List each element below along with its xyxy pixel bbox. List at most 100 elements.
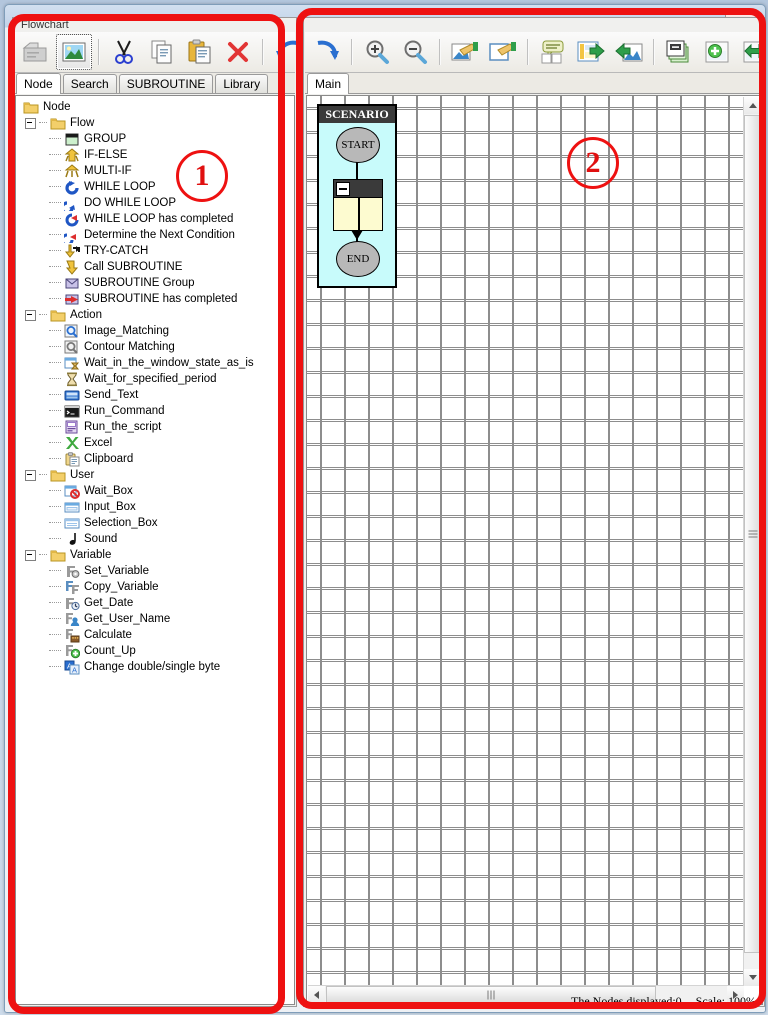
end-node[interactable]: END	[336, 241, 380, 277]
tree-item-label: Action	[70, 309, 102, 321]
tree-item[interactable]: Node	[19, 99, 294, 115]
flow-arrow-head	[351, 230, 363, 240]
tree-expander-collapse-icon[interactable]	[25, 469, 36, 481]
collapse-minus-icon[interactable]	[336, 182, 350, 196]
svg-text:A: A	[72, 665, 77, 674]
left-toolbar	[14, 32, 298, 73]
tree-item[interactable]: Get_User_Name	[19, 611, 294, 627]
tree-item[interactable]: GROUP	[19, 131, 294, 147]
tree-item[interactable]: Determine the Next Condition	[19, 227, 294, 246]
annotation-number-2: 2	[567, 137, 619, 189]
edit-image-node-button[interactable]	[447, 34, 483, 70]
tree-item[interactable]: Sound	[19, 531, 294, 547]
tree-item[interactable]: Copy_Variable	[19, 579, 294, 595]
tree-item[interactable]: Calculate	[19, 627, 294, 643]
tree-item[interactable]: Contour Matching	[19, 339, 294, 355]
tree-item[interactable]: Action	[19, 307, 294, 323]
toolbar-separator	[527, 39, 529, 65]
input-box-icon	[64, 500, 80, 515]
tree-item[interactable]: Excel	[19, 435, 294, 451]
zoom-out-button[interactable]	[397, 34, 433, 70]
paste-button[interactable]	[182, 34, 218, 70]
tree-item[interactable]: MULTI-IF	[19, 163, 294, 179]
tree-item[interactable]: Selection_Box	[19, 515, 294, 531]
tree-expander-collapse-icon[interactable]	[25, 309, 36, 321]
tab-node[interactable]: Node	[16, 73, 61, 94]
tree-expander-collapse-icon[interactable]	[25, 117, 36, 129]
scroll-up-button[interactable]	[744, 97, 761, 114]
copy-button[interactable]	[144, 34, 180, 70]
edit-note-button[interactable]	[485, 34, 521, 70]
add-page-button[interactable]	[699, 34, 735, 70]
tree-item[interactable]: Set_Variable	[19, 563, 294, 579]
tree-item[interactable]: WHILE LOOP has completed	[19, 211, 294, 227]
tree-item-label: Calculate	[84, 629, 132, 641]
insert-after-button[interactable]	[611, 34, 647, 70]
tree-item-label: Input_Box	[84, 501, 136, 513]
change-byte-icon: AA	[64, 660, 80, 675]
tree-item[interactable]: Send_Text	[19, 387, 294, 403]
flowchart-canvas-wrapper: SCENARIO START END	[306, 95, 763, 1005]
tree-item[interactable]: Run_the_script	[19, 419, 294, 435]
folder-icon	[23, 100, 39, 115]
undo-button[interactable]	[270, 34, 306, 70]
tree-item[interactable]: IF-ELSE	[19, 147, 294, 163]
collapse-all-button[interactable]	[661, 34, 697, 70]
toolbar-separator	[439, 39, 441, 65]
get-user-name-icon	[64, 612, 80, 627]
cut-button[interactable]	[106, 34, 142, 70]
flowchart-canvas[interactable]: SCENARIO START END	[307, 96, 745, 987]
tree-connector	[49, 458, 61, 460]
tree-item[interactable]: DO WHILE LOOP	[19, 195, 294, 215]
group-green-icon	[64, 132, 80, 147]
tab-main[interactable]: Main	[307, 73, 350, 94]
tree-item[interactable]: Wait_in_the_window_state_as_is	[19, 355, 294, 371]
scroll-down-button[interactable]	[744, 969, 761, 986]
tree-item[interactable]: Wait_for_specified_period	[19, 371, 294, 387]
tree-item[interactable]: SUBROUTINE Group	[19, 275, 294, 291]
tree-item[interactable]: Input_Box	[19, 499, 294, 515]
tree-item[interactable]: AA Change double/single byte	[19, 659, 294, 675]
zoom-in-button[interactable]	[359, 34, 395, 70]
start-node[interactable]: START	[336, 127, 380, 163]
scenario-block[interactable]: SCENARIO START END	[317, 104, 397, 288]
add-comment-button[interactable]	[535, 34, 571, 70]
loop-done-icon	[64, 212, 80, 227]
tree-expander-collapse-icon[interactable]	[25, 549, 36, 561]
tree-item[interactable]: SUBROUTINE has completed	[19, 291, 294, 307]
right-toolbar	[305, 32, 765, 73]
open-image-button[interactable]	[18, 34, 54, 70]
node-tree[interactable]: Node Flow GROUP IF-ELSE MULTI-IF WHILE LOOP DO…	[15, 95, 295, 1005]
tab-subroutine[interactable]: SUBROUTINE	[118, 74, 214, 93]
tree-item[interactable]: Flow	[19, 115, 294, 131]
insert-before-button[interactable]	[573, 34, 609, 70]
scroll-up-arrow-icon	[748, 103, 757, 108]
tree-item[interactable]: Clipboard	[19, 451, 294, 467]
tree-item[interactable]: Run_Command	[19, 403, 294, 419]
tab-library[interactable]: Library	[215, 74, 269, 93]
get-date-icon	[64, 596, 80, 611]
canvas-vertical-scrollbar[interactable]	[743, 97, 761, 986]
redo-button[interactable]	[309, 34, 345, 70]
tree-item-label: Get_Date	[84, 597, 134, 609]
tree-item-label: Clipboard	[84, 453, 134, 465]
tab-search[interactable]: Search	[62, 74, 117, 93]
tree-item[interactable]: Call SUBROUTINE	[19, 259, 294, 275]
tree-item[interactable]: Get_Date	[19, 595, 294, 611]
vertical-scroll-thumb[interactable]	[744, 115, 761, 953]
tree-item[interactable]: Count_Up	[19, 643, 294, 659]
tree-connector	[49, 234, 61, 236]
try-catch-icon	[64, 244, 80, 259]
tree-item[interactable]: TRY-CATCH	[19, 243, 294, 259]
swap-page-button[interactable]	[737, 34, 765, 70]
capture-image-button[interactable]	[56, 34, 92, 70]
tree-item[interactable]: Wait_Box	[19, 483, 294, 499]
tree-item[interactable]: User	[19, 467, 294, 483]
group-node[interactable]	[333, 179, 383, 231]
delete-button[interactable]	[220, 34, 256, 70]
tree-item-label: Excel	[84, 437, 113, 449]
tree-item[interactable]: WHILE LOOP	[19, 179, 294, 195]
folder-icon	[50, 308, 66, 323]
tree-item[interactable]: Variable	[19, 547, 294, 563]
tree-item[interactable]: Image_Matching	[19, 323, 294, 339]
